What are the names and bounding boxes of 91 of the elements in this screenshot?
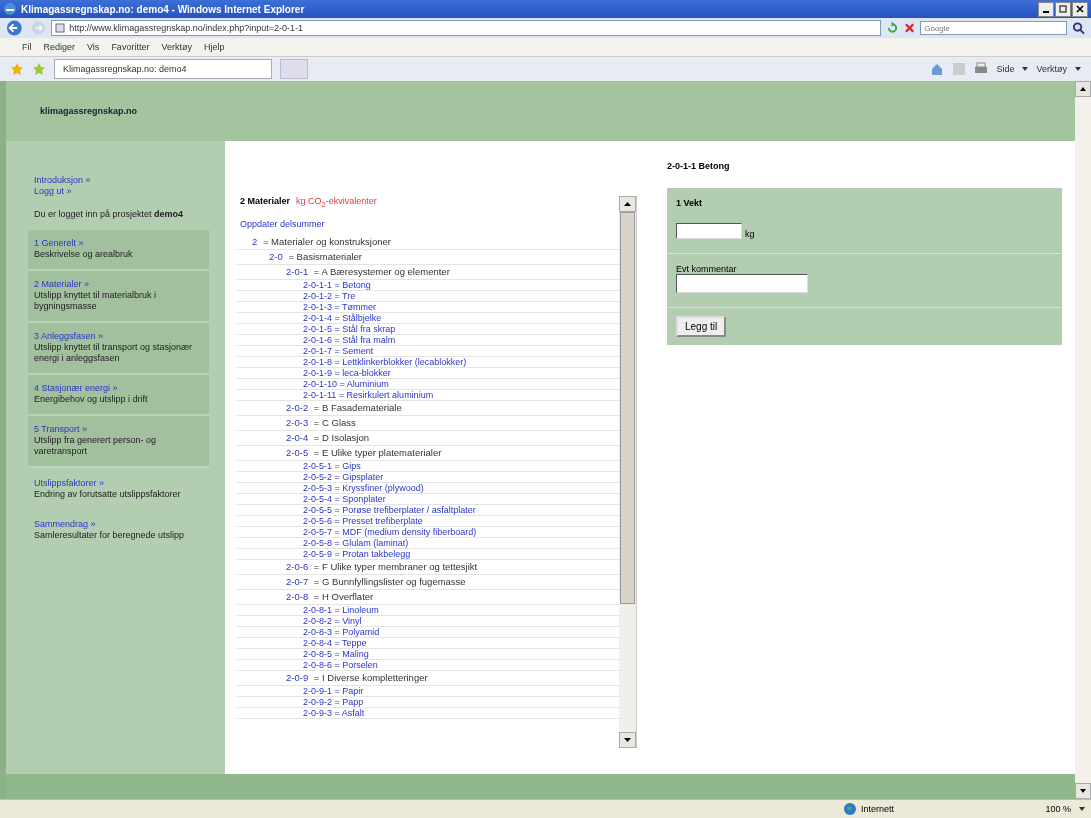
toolbar-menu[interactable]: Verktøy: [1036, 64, 1067, 74]
nav-description: Utslipp fra generert person- og varetransport: [34, 435, 158, 457]
tree-link[interactable]: 2-0-9-2 = Papp: [303, 696, 364, 707]
detail-heading: 2-0-1-1 Betong: [667, 161, 731, 171]
login-note: Du er logget inn på prosjektet demo4: [34, 209, 185, 220]
nav-link[interactable]: Introduksjon »: [34, 175, 219, 186]
tree-label: = Basismaterialer: [288, 250, 363, 262]
tree-link[interactable]: 2-0-1-9 = leca-blokker: [303, 367, 391, 378]
unit-label: kg CO$_{2}$-ekvivalenter: [296, 196, 377, 209]
tree-link[interactable]: 2-0-1-7 = Sement: [303, 345, 374, 356]
tree-label: = I Diverse kompletteringer: [313, 671, 428, 683]
window-title: Klimagassregnskap.no: demo4 - Windows Internet Explorer: [21, 3, 306, 15]
site-name: klimagassregnskap.no: [40, 106, 138, 116]
tree-link[interactable]: 2-0-5-5 = Porøse trefiberplater / asfaltplater: [303, 504, 476, 515]
menu-item[interactable]: Rediger: [43, 42, 76, 52]
tree-link[interactable]: 2-0-3: [286, 416, 309, 428]
zone-label: Internett: [861, 804, 895, 814]
tree-link[interactable]: 2-0-1-2 = Tre: [303, 290, 356, 301]
tree-link[interactable]: 2-0-1-1 = Betong: [303, 279, 371, 290]
tree-link[interactable]: 2: [252, 235, 258, 247]
tree-link[interactable]: 2-0-5-2 = Gipsplater: [303, 471, 384, 482]
zoom-control[interactable]: 100 %: [1031, 804, 1071, 814]
nav-description: Endring av forutsatte utslippsfaktorer: [34, 489, 182, 500]
tree-label: = C Glass: [313, 416, 356, 428]
toolbar-menu[interactable]: Side: [996, 64, 1015, 74]
tree-link[interactable]: 2-0-9-3 = Asfalt: [303, 707, 365, 718]
tree-label: = A Bæresystemer og elementer: [313, 265, 450, 277]
nav-link[interactable]: 2 Materialer »: [34, 279, 203, 290]
tree-link[interactable]: 2-0-9: [286, 671, 309, 683]
tree-link[interactable]: 2-0-1-11 = Resirkulert aluminium: [303, 389, 434, 400]
nav-link[interactable]: Sammendrag »: [34, 519, 203, 530]
search-field[interactable]: Google: [920, 21, 1068, 35]
nav-description: Utslipp knyttet til transport og stasjonær energi i anleggsfasen: [34, 342, 194, 364]
tree-link[interactable]: 2-0-1-6 = Stål fra malm: [303, 334, 396, 345]
nav-link[interactable]: 5 Transport »: [34, 424, 203, 435]
tree-link[interactable]: 2-0-1-8 = Lettklinkerblokker (lecablokker): [303, 356, 467, 367]
nav-description: Energibehov og utslipp i drift: [34, 394, 149, 405]
tree-link[interactable]: 2-0-5-7 = MDF (medium density fiberboard): [303, 526, 477, 537]
tree-label: = H Overflater: [313, 590, 374, 602]
nav-link[interactable]: 3 Anleggsfasen »: [34, 331, 203, 342]
tree-link[interactable]: 2-0-8-4 = Teppe: [303, 637, 367, 648]
menu-item[interactable]: Verktøy: [161, 42, 192, 52]
tree-link[interactable]: 2-0-5-3 = Kryssfiner (plywood): [303, 482, 424, 493]
menu-item[interactable]: Fil: [22, 42, 32, 52]
nav-link[interactable]: 4 Stasjonær energi »: [34, 383, 203, 394]
tree-link[interactable]: 2-0-5-9 = Protan takbelegg: [303, 548, 411, 559]
nav-link[interactable]: 1 Generelt »: [34, 238, 203, 249]
tree-label: = Materialer og konstruksjoner: [262, 235, 391, 247]
tree-label: = B Fasademateriale: [313, 401, 402, 413]
browser-tab[interactable]: Klimagassregnskap.no: demo4: [54, 59, 272, 79]
address-field[interactable]: http://www.klimagassregnskap.no/index.php?input=2-0-1-1: [51, 20, 882, 36]
nav-link[interactable]: Logg ut »: [34, 186, 219, 197]
nav-description: Beskrivelse og arealbruk: [34, 249, 134, 260]
section-heading: 2 Materialer: [240, 196, 291, 208]
tree-link[interactable]: 2-0-4: [286, 431, 309, 443]
tree-link[interactable]: 2-0-1: [286, 265, 309, 277]
update-link[interactable]: Oppdater delsummer: [240, 218, 325, 229]
nav-link[interactable]: Utslippsfaktorer »: [34, 478, 203, 489]
tree-link[interactable]: 2-0-5-8 = Glulam (laminat): [303, 537, 409, 548]
add-button[interactable]: Legg til: [676, 316, 727, 337]
tree-link[interactable]: 2-0: [269, 250, 283, 262]
menu-item[interactable]: Vis: [87, 42, 100, 52]
tree-link[interactable]: 2-0-1-5 = Stål fra skrap: [303, 323, 396, 334]
menu-item[interactable]: Hjelp: [203, 42, 225, 52]
tree-label: = E Ulike typer platematerialer: [313, 446, 442, 458]
tree-link[interactable]: 2-0-6: [286, 560, 309, 572]
tree-link[interactable]: 2-0-1-3 = Tømmer: [303, 301, 377, 312]
tree-link[interactable]: 2-0-8-2 = Vinyl: [303, 615, 362, 626]
tree-link[interactable]: 2-0-8-3 = Polyamid: [303, 626, 380, 637]
tree-label: = G Bunnfyllingslister og fugemasse: [313, 575, 466, 587]
nav-description: Utslipp knyttet til materialbruk i bygningsmasse: [34, 290, 158, 312]
tree-link[interactable]: 2-0-8-6 = Porselen: [303, 659, 378, 670]
tree-link[interactable]: 2-0-1-10 = Aluminium: [303, 378, 389, 389]
tree-link[interactable]: 2-0-7: [286, 575, 309, 587]
tree-link[interactable]: 2-0-8-1 = Linoleum: [303, 604, 379, 615]
tree-link[interactable]: 2-0-8: [286, 590, 309, 602]
comment-label: Evt kommentar: [676, 264, 738, 274]
unit-label: kg: [745, 229, 755, 239]
tree-link[interactable]: 2-0-2: [286, 401, 309, 413]
tree-link[interactable]: 2-0-5: [286, 446, 309, 458]
section-title: 1 Vekt: [676, 198, 704, 208]
nav-description: Samleresultater for beregnede utslipp: [34, 530, 186, 541]
tree-link[interactable]: 2-0-9-1 = Papir: [303, 685, 364, 696]
menu-item[interactable]: Favoritter: [111, 42, 150, 52]
tree-link[interactable]: 2-0-5-1 = Gips: [303, 460, 361, 471]
tree-label: = D Isolasjon: [313, 431, 369, 443]
tree-link[interactable]: 2-0-5-6 = Presset trefiberplate: [303, 515, 423, 526]
tree-label: = F Ulike typer membraner og tettesjikt: [313, 560, 478, 572]
tree-link[interactable]: 2-0-5-4 = Sponplater: [303, 493, 386, 504]
tree-link[interactable]: 2-0-8-5 = Maling: [303, 648, 369, 659]
tree-link[interactable]: 2-0-1-4 = Stålbjelke: [303, 312, 382, 323]
